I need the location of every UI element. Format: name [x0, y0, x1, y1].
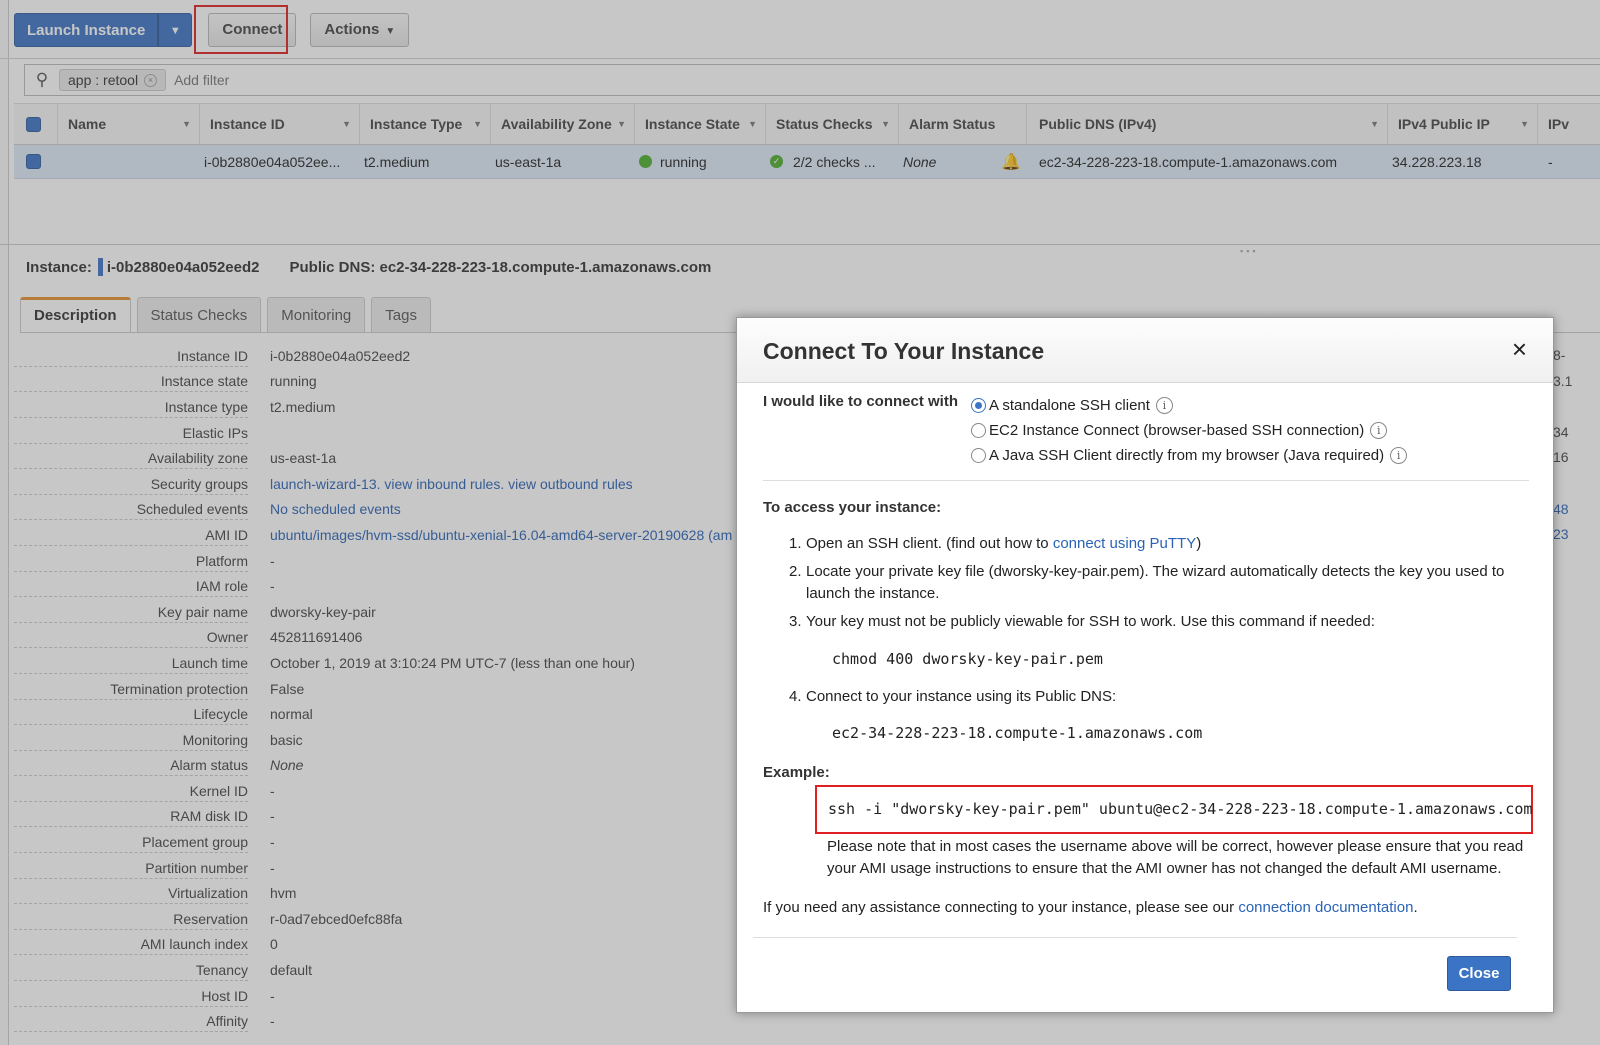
- step-1-text: Open an SSH client. (find out how to: [806, 535, 1053, 552]
- radio-unselected[interactable]: [971, 423, 986, 438]
- chmod-command[interactable]: chmod 400 dworsky-key-pair.pem: [832, 650, 1103, 668]
- help-text-pre: If you need any assistance connecting to…: [763, 899, 1239, 916]
- example-heading: Example:: [763, 764, 830, 781]
- option-java-ssh[interactable]: A Java SSH Client directly from my brows…: [971, 447, 1408, 464]
- radio-selected[interactable]: [971, 398, 986, 413]
- option-label: A Java SSH Client directly from my brows…: [989, 447, 1385, 464]
- help-text: If you need any assistance connecting to…: [763, 899, 1418, 916]
- username-note: Please note that in most cases the usern…: [827, 838, 1524, 877]
- option-ec2-instance-connect[interactable]: EC2 Instance Connect (browser-based SSH …: [971, 422, 1388, 439]
- option-standalone-ssh[interactable]: A standalone SSH client i: [971, 397, 1173, 414]
- close-icon[interactable]: ×: [1512, 336, 1527, 362]
- step-number: 2.: [789, 563, 802, 580]
- info-icon[interactable]: i: [1390, 447, 1408, 464]
- dialog-header: Connect To Your Instance ×: [737, 318, 1553, 383]
- step-number: 4.: [789, 688, 802, 705]
- footer-divider: [753, 937, 1517, 938]
- help-text-post: .: [1413, 899, 1418, 916]
- ssh-command-highlight: ssh -i "dworsky-key-pair.pem" ubuntu@ec2…: [815, 785, 1533, 834]
- radio-unselected[interactable]: [971, 448, 986, 463]
- options-divider: [763, 480, 1529, 481]
- public-dns-command[interactable]: ec2-34-228-223-18.compute-1.amazonaws.co…: [832, 724, 1202, 742]
- step-1-close: ): [1196, 535, 1202, 552]
- dialog-title: Connect To Your Instance: [763, 338, 1045, 364]
- step-number: 1.: [789, 535, 802, 552]
- access-heading: To access your instance:: [763, 499, 942, 516]
- info-icon[interactable]: i: [1155, 397, 1173, 414]
- step-number: 3.: [789, 613, 802, 630]
- connect-with-label: I would like to connect with: [763, 393, 959, 410]
- step-4-text: Connect to your instance using its Publi…: [806, 688, 1117, 705]
- step-4: 4. Connect to your instance using its Pub…: [789, 686, 1519, 708]
- ssh-command[interactable]: ssh -i "dworsky-key-pair.pem" ubuntu@ec2…: [828, 800, 1532, 818]
- info-icon[interactable]: i: [1370, 422, 1388, 439]
- step-3: 3. Your key must not be publicly viewable…: [789, 611, 1519, 633]
- step-3-text: Your key must not be publicly viewable f…: [806, 613, 1375, 630]
- putty-link[interactable]: connect using PuTTY: [1053, 535, 1196, 552]
- step-2-text: Locate your private key file (dworsky-ke…: [806, 563, 1505, 602]
- step-2: 2. Locate your private key file (dworsky-…: [789, 561, 1519, 605]
- connect-dialog: Connect To Your Instance × I would like …: [736, 317, 1554, 1013]
- connection-documentation-link[interactable]: connection documentation: [1238, 899, 1413, 916]
- option-label: A standalone SSH client: [989, 397, 1150, 414]
- step-1: 1. Open an SSH client. (find out how to c…: [789, 533, 1519, 555]
- option-label: EC2 Instance Connect (browser-based SSH …: [989, 422, 1365, 439]
- close-button[interactable]: Close: [1447, 956, 1511, 991]
